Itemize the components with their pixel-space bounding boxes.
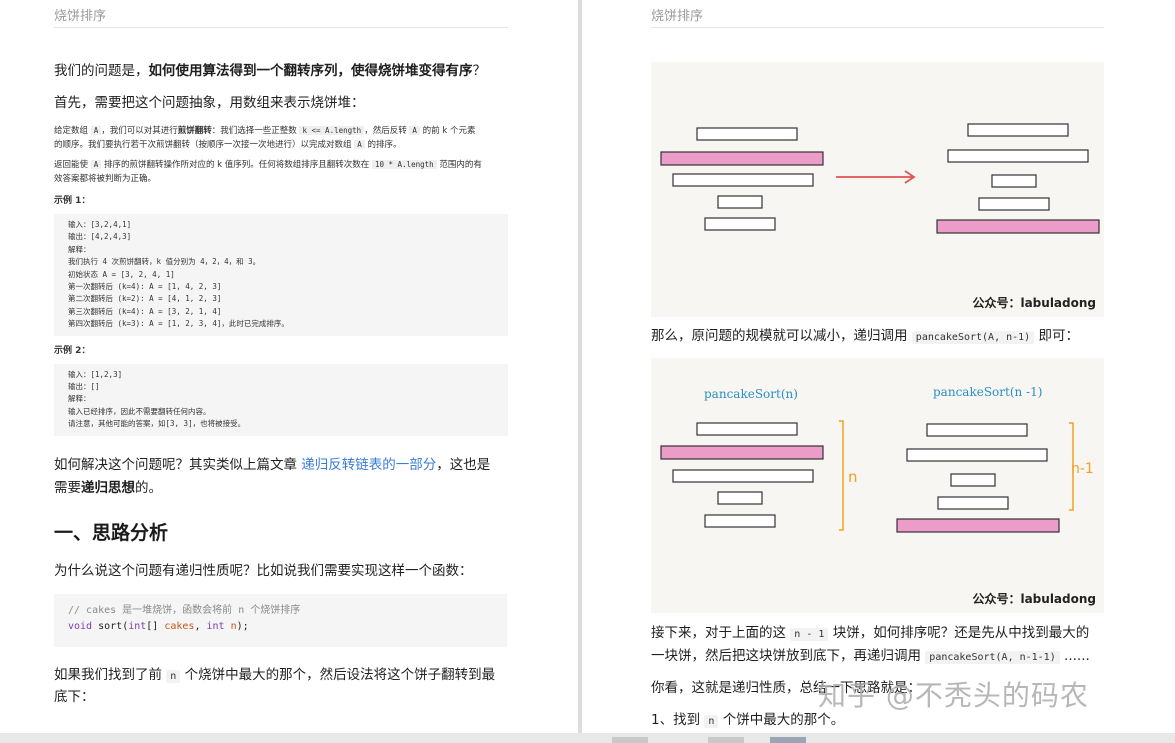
pancake — [672, 469, 814, 483]
paragraph: 为什么说这个问题有递归性质呢？比如说我们需要实现这样一个函数： — [54, 563, 473, 579]
paragraph: 底下： — [54, 689, 95, 705]
example-title: 示例 1： — [54, 196, 91, 206]
paragraph: 首先，需要把这个问题抽象，用数组来表示烧饼堆： — [54, 95, 365, 111]
pancake — [978, 197, 1050, 211]
pancake — [937, 496, 1009, 510]
header-rule — [651, 27, 1104, 28]
brace-label-right: n-1 — [1071, 461, 1094, 477]
paragraph: 1、找到 n 个饼中最大的那个。 — [651, 712, 845, 728]
example-line: 第二次翻转后 (k=2): A = [4, 1, 2, 3] — [68, 294, 222, 304]
pancake — [717, 491, 763, 505]
problem-statement-image: 给定数组 A ，我们可以对其进行煎饼翻转：我们选择一些正整数 k <= A.len… — [54, 124, 508, 436]
figure-caption: 公众号：labuladong — [972, 296, 1096, 310]
paragraph: 接下来，对于上面的这 n - 1 块饼，如何排序呢？还是先从中找到最大的 — [651, 625, 1090, 641]
paragraph: 如果我们找到了前 n 个烧饼中最大的那个，然后设法将这个饼子翻转到最 — [54, 667, 496, 683]
code-line: void sort(int[] cakes, int n); — [68, 621, 249, 632]
example-line: 解释： — [68, 244, 91, 254]
toolbar-button[interactable] — [708, 737, 744, 743]
pancake — [926, 423, 1028, 437]
example-title: 示例 2： — [54, 345, 91, 356]
example-line: 输出：[4,2,4,3] — [68, 232, 132, 242]
code-block: // cakes 是一堆烧饼，函数会将前 n 个烧饼排序 void sort(i… — [54, 594, 507, 647]
example-box: 输入：[3,2,4,1] 输出：[4,2,4,3] 解释： 我们执行 4 次煎饼翻转，… — [54, 214, 508, 336]
pancake — [906, 448, 1048, 462]
problem-line: 效答案都将被判断为正确。 — [54, 174, 157, 184]
pancake — [950, 473, 996, 487]
bold-text: 如何使用算法得到一个翻转序列，使得烧饼堆变得有序 — [148, 63, 473, 79]
code-comment: // cakes 是一堆烧饼，函数会将前 n 个烧饼排序 — [68, 605, 301, 616]
brace-label-left: n — [848, 468, 858, 486]
paragraph: 一块饼，然后把这块饼放到底下，再递归调用 pancakeSort(A, n-1-… — [651, 648, 1090, 664]
bottom-toolbar — [0, 733, 1175, 743]
pancake-flip-diagram — [660, 123, 1100, 234]
paragraph: 那么，原问题的规模就可以减小，递归调用 pancakeSort(A, n-1) … — [651, 328, 1079, 344]
example-line: 第三次翻转后 (k=4): A = [3, 2, 1, 4] — [68, 306, 222, 316]
running-head: 烧饼排序 — [651, 9, 704, 24]
text: 我们的问题是， — [54, 63, 149, 79]
pancake — [967, 123, 1069, 137]
example-line: 输出：[] — [68, 382, 100, 392]
example-line: 初始状态 A = [3, 2, 4, 1] — [68, 269, 175, 279]
label-right: pancakeSort(n -1) — [933, 385, 1042, 399]
label-left: pancakeSort(n) — [704, 387, 798, 401]
pancake — [704, 514, 776, 528]
problem-line: 返回能使 A 排序的煎饼翻转操作所对应的 k 值序列。任何将数组排序且翻转次数在… — [54, 160, 482, 170]
example-line: 解释： — [68, 394, 91, 404]
pancake — [672, 173, 814, 187]
example-line: 第一次翻转后 (k=4): A = [1, 4, 2, 3] — [68, 282, 222, 292]
section-heading: 一、思路分析 — [54, 522, 169, 544]
left-page: 烧饼排序 我们的问题是，如何使用算法得到一个翻转序列，使得烧饼堆变得有序？ 首先… — [0, 0, 578, 743]
example-line: 请注意，其他可能的答案，如[3, 3]，也将被接受。 — [68, 419, 246, 429]
pancake — [696, 422, 798, 436]
paragraph: 如何解决这个问题呢？其实类似上篇文章 递归反转链表的一部分，这也是 — [54, 457, 491, 473]
toolbar-button[interactable] — [612, 737, 648, 743]
pancake-largest — [936, 219, 1100, 234]
paragraph: 我们的问题是，如何使用算法得到一个翻转序列，使得烧饼堆变得有序？ — [54, 60, 486, 82]
paragraph: 需要递归思想的。 — [54, 480, 162, 496]
pancake-flip-figure: 公众号：labuladong — [651, 62, 1104, 317]
pancake-largest — [896, 518, 1060, 533]
pancake — [991, 174, 1037, 188]
example-line: 输入已经排序，因此不需要翻转任何内容。 — [68, 406, 211, 416]
example-box: 输入：[1,2,3] 输出：[] 解释： 输入已经排序，因此不需要翻转任何内容。请注意… — [54, 363, 508, 436]
recursion-diagram: pancakeSort(n) pancakeSort(n -1) n n-1 — [660, 385, 1094, 533]
pancake — [947, 149, 1089, 163]
problem-line: 给定数组 A ，我们可以对其进行煎饼翻转：我们选择一些正整数 k <= A.len… — [54, 126, 476, 136]
pancake-largest — [660, 445, 824, 460]
pancake-largest — [660, 151, 824, 166]
running-head: 烧饼排序 — [54, 9, 107, 24]
example-line: 输入：[1,2,3] — [68, 369, 123, 379]
pancake — [717, 195, 763, 209]
toolbar-button[interactable] — [770, 737, 806, 743]
figure-caption: 公众号：labuladong — [972, 592, 1096, 606]
example-line: 第四次翻转后 (k=3): A = [1, 2, 3, 4]，此时已完成排序。 — [68, 319, 289, 329]
watermark: 知乎 @不秃头的码农 — [818, 679, 1089, 712]
recursion-figure: pancakeSort(n) pancakeSort(n -1) n n-1 公… — [651, 358, 1104, 613]
pancake — [696, 127, 798, 141]
pancake — [704, 217, 776, 231]
header-rule — [54, 27, 508, 28]
problem-line: 的顺序。我们要执行若干次煎饼翻转（按顺序一次接一次地进行）以完成对数组 A 的排… — [54, 140, 402, 150]
example-line: 我们执行 4 次煎饼翻转，k 值分别为 4，2，4，和 3。 — [68, 257, 261, 267]
article-link[interactable]: 递归反转链表的一部分 — [301, 457, 436, 473]
brace-left — [839, 420, 844, 531]
text: ？ — [472, 63, 487, 79]
example-line: 输入：[3,2,4,1] — [68, 220, 132, 229]
